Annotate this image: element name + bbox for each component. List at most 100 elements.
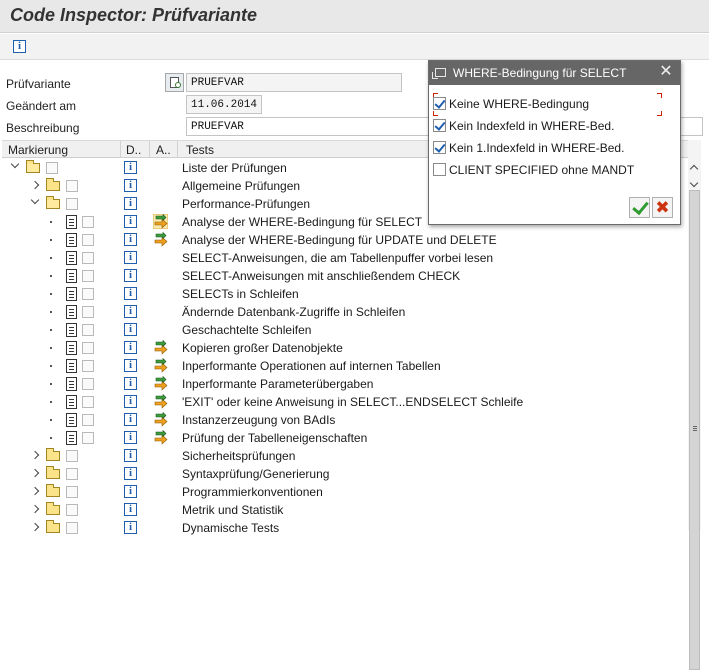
- test-label[interactable]: Inperformante Parameterübergaben: [182, 377, 373, 391]
- expand-chevron-icon[interactable]: [30, 486, 40, 496]
- test-label[interactable]: Sicherheitsprüfungen: [182, 449, 295, 463]
- attributes-arrow-icon[interactable]: [153, 232, 168, 247]
- column-markierung[interactable]: Markierung: [8, 143, 68, 157]
- attributes-arrow-icon[interactable]: [153, 340, 168, 355]
- info-icon[interactable]: i: [124, 197, 137, 210]
- selection-checkbox[interactable]: [82, 252, 94, 264]
- selection-checkbox[interactable]: [82, 288, 94, 300]
- selection-checkbox[interactable]: [82, 270, 94, 282]
- info-icon[interactable]: i: [124, 377, 137, 390]
- cancel-button[interactable]: ✖: [652, 197, 673, 218]
- column-divider[interactable]: [177, 141, 178, 158]
- info-icon[interactable]: i: [124, 287, 137, 300]
- attributes-arrow-icon[interactable]: [153, 376, 168, 391]
- info-icon[interactable]: i: [124, 215, 137, 228]
- tree-row[interactable]: i Geschachtelte Schleifen: [2, 321, 686, 339]
- unchecked-checkbox-icon[interactable]: [433, 163, 446, 176]
- test-label[interactable]: Kopieren großer Datenobjekte: [182, 341, 343, 355]
- selection-checkbox[interactable]: [82, 378, 94, 390]
- tree-row[interactable]: i SELECT-Anweisungen mit anschließendem C…: [2, 267, 686, 285]
- option-checkbox[interactable]: Kein 1.Indexfeld in WHERE-Bed.: [433, 139, 673, 157]
- expand-chevron-icon[interactable]: [30, 504, 40, 514]
- column-divider[interactable]: [149, 141, 150, 158]
- info-icon[interactable]: i: [124, 431, 137, 444]
- close-icon[interactable]: ✕: [657, 63, 675, 81]
- info-icon[interactable]: i: [124, 269, 137, 282]
- selection-checkbox[interactable]: [82, 216, 94, 228]
- test-label[interactable]: SELECT-Anweisungen, die am Tabellenpuffe…: [182, 251, 493, 265]
- selection-checkbox[interactable]: [66, 450, 78, 462]
- test-label[interactable]: Ändernde Datenbank-Zugriffe in Schleifen: [182, 305, 405, 319]
- test-label[interactable]: Analyse der WHERE-Bedingung für UPDATE u…: [182, 233, 497, 247]
- info-icon[interactable]: i: [124, 395, 137, 408]
- info-icon[interactable]: i: [124, 341, 137, 354]
- checked-checkbox-icon[interactable]: [433, 141, 446, 154]
- tree-row[interactable]: i SELECTs in Schleifen: [2, 285, 686, 303]
- selection-checkbox[interactable]: [66, 504, 78, 516]
- dialog-title-bar[interactable]: WHERE-Bedingung für SELECT ✕: [429, 61, 680, 85]
- info-icon[interactable]: i: [124, 485, 137, 498]
- info-icon[interactable]: i: [124, 359, 137, 372]
- tree-row[interactable]: i Inperformante Parameterübergaben: [2, 375, 686, 393]
- test-label[interactable]: SELECT-Anweisungen mit anschließendem CH…: [182, 269, 460, 283]
- column-d[interactable]: D..: [126, 143, 141, 157]
- tree-row[interactable]: i 'EXIT' oder keine Anweisung in SELECT..…: [2, 393, 686, 411]
- tree-row[interactable]: i Kopieren großer Datenobjekte: [2, 339, 686, 357]
- ok-button[interactable]: [629, 197, 650, 218]
- selection-checkbox[interactable]: [66, 486, 78, 498]
- selection-checkbox[interactable]: [82, 396, 94, 408]
- expand-chevron-icon[interactable]: [30, 180, 40, 190]
- info-icon[interactable]: i: [124, 179, 137, 192]
- test-label[interactable]: Prüfung der Tabelleneigenschaften: [182, 431, 367, 445]
- attributes-arrow-icon[interactable]: [153, 412, 168, 427]
- pruefvariante-field[interactable]: PRUEFVAR: [186, 73, 402, 92]
- option-checkbox[interactable]: Keine WHERE-Bedingung: [433, 95, 673, 113]
- test-label[interactable]: Metrik und Statistik: [182, 503, 283, 517]
- collapse-chevron-icon[interactable]: [30, 195, 40, 205]
- attributes-arrow-icon[interactable]: [153, 214, 168, 229]
- test-label[interactable]: 'EXIT' oder keine Anweisung in SELECT...…: [182, 395, 523, 409]
- expand-chevron-icon[interactable]: [30, 450, 40, 460]
- info-icon[interactable]: i: [124, 449, 137, 462]
- checked-checkbox-icon[interactable]: [433, 97, 446, 110]
- selection-checkbox[interactable]: [66, 468, 78, 480]
- checked-checkbox-icon[interactable]: [433, 119, 446, 132]
- column-a[interactable]: A..: [156, 143, 171, 157]
- option-checkbox[interactable]: Kein Indexfeld in WHERE-Bed.: [433, 117, 673, 135]
- test-label[interactable]: Syntaxprüfung/Generierung: [182, 467, 329, 481]
- test-label[interactable]: Inperformante Operationen auf internen T…: [182, 359, 441, 373]
- info-icon[interactable]: i: [124, 305, 137, 318]
- test-label[interactable]: Instanzerzeugung von BAdIs: [182, 413, 335, 427]
- option-checkbox[interactable]: CLIENT SPECIFIED ohne MANDT: [433, 161, 673, 179]
- info-icon[interactable]: i: [124, 233, 137, 246]
- tree-row[interactable]: i Programmierkonventionen: [2, 483, 686, 501]
- tree-row[interactable]: i Sicherheitsprüfungen: [2, 447, 686, 465]
- scroll-up-icon[interactable]: [689, 164, 699, 174]
- scroll-thumb[interactable]: [689, 190, 700, 670]
- tree-row[interactable]: i Analyse der WHERE-Bedingung für UPDATE …: [2, 231, 686, 249]
- info-icon[interactable]: i: [124, 161, 137, 174]
- test-label[interactable]: SELECTs in Schleifen: [182, 287, 299, 301]
- expand-chevron-icon[interactable]: [30, 468, 40, 478]
- test-label[interactable]: Geschachtelte Schleifen: [182, 323, 311, 337]
- info-icon[interactable]: i: [124, 323, 137, 336]
- tree-row[interactable]: i Dynamische Tests: [2, 519, 686, 537]
- selection-checkbox[interactable]: [66, 198, 78, 210]
- info-icon[interactable]: i: [13, 40, 26, 53]
- test-label[interactable]: Dynamische Tests: [182, 521, 279, 535]
- info-icon[interactable]: i: [124, 521, 137, 534]
- selection-checkbox[interactable]: [82, 432, 94, 444]
- tree-row[interactable]: i Instanzerzeugung von BAdIs: [2, 411, 686, 429]
- tree-row[interactable]: i Inperformante Operationen auf internen …: [2, 357, 686, 375]
- tree-row[interactable]: i Metrik und Statistik: [2, 501, 686, 519]
- tree-row[interactable]: i SELECT-Anweisungen, die am Tabellenpuff…: [2, 249, 686, 267]
- info-icon[interactable]: i: [124, 503, 137, 516]
- selection-checkbox[interactable]: [82, 234, 94, 246]
- test-label[interactable]: Programmierkonventionen: [182, 485, 323, 499]
- selection-checkbox[interactable]: [82, 306, 94, 318]
- column-tests[interactable]: Tests: [186, 143, 214, 157]
- selection-checkbox[interactable]: [46, 162, 58, 174]
- test-label[interactable]: Liste der Prüfungen: [182, 161, 287, 175]
- info-icon[interactable]: i: [124, 413, 137, 426]
- test-label[interactable]: Analyse der WHERE-Bedingung für SELECT: [182, 215, 422, 229]
